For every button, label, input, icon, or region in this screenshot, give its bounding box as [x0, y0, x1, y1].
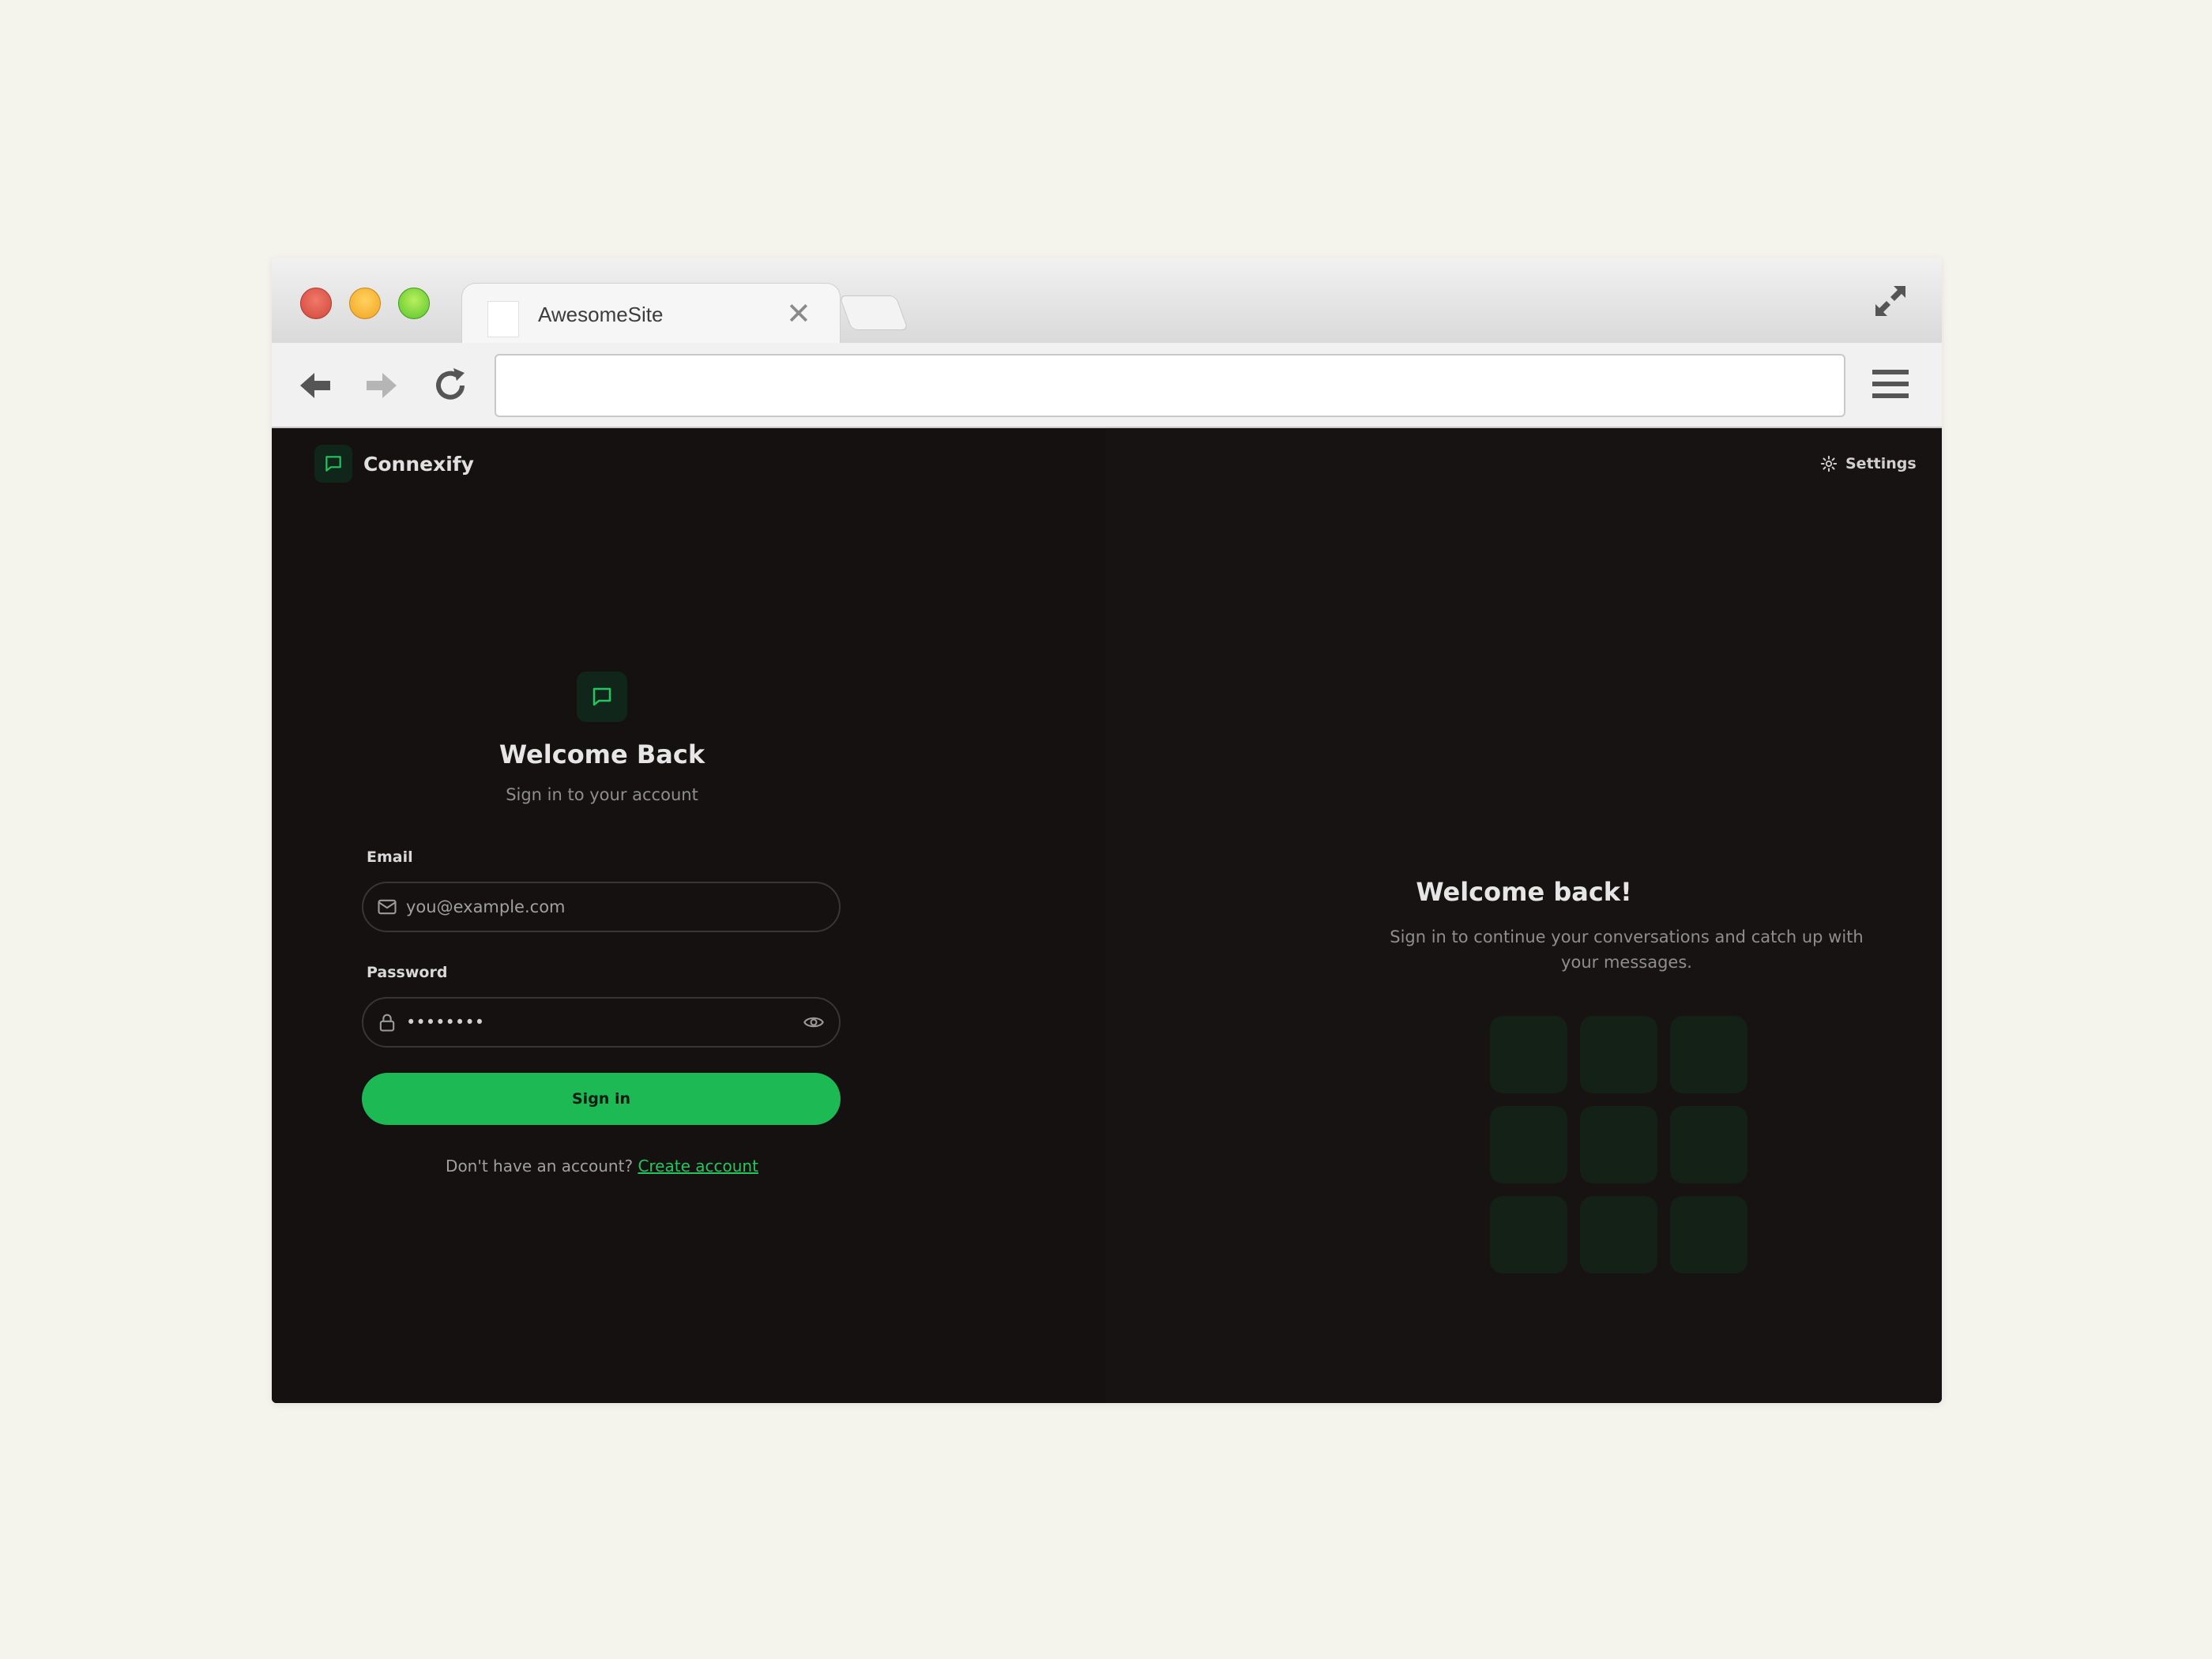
fullscreen-expand-icon[interactable]	[1871, 281, 1910, 321]
settings-label: Settings	[1845, 455, 1917, 472]
tab-close-icon[interactable]: ✕	[786, 296, 811, 332]
browser-window: AwesomeSite ✕ Connexify Settings Welcome…	[272, 258, 1942, 1403]
settings-button[interactable]: Settings	[1820, 446, 1917, 482]
tab-favicon-icon	[487, 301, 519, 337]
password-field[interactable]	[362, 997, 841, 1048]
decorative-tile	[1670, 1106, 1747, 1183]
decorative-tile	[1580, 1106, 1657, 1183]
login-subtitle: Sign in to your account	[506, 785, 698, 804]
signup-prompt-row: Don't have an account? Create account	[272, 1157, 932, 1176]
app-brand[interactable]: Connexify	[314, 444, 474, 483]
decorative-tile	[1670, 1196, 1747, 1273]
chat-bubble-icon	[577, 672, 627, 722]
sign-in-button[interactable]: Sign in	[362, 1073, 841, 1125]
brand-name: Connexify	[363, 452, 474, 476]
zoom-window-button[interactable]	[398, 288, 430, 319]
decorative-tile	[1490, 1016, 1567, 1093]
login-title: Welcome Back	[498, 739, 705, 769]
decorative-tile-grid	[1490, 1016, 1747, 1273]
close-window-button[interactable]	[300, 288, 332, 319]
lock-icon	[379, 1014, 395, 1032]
address-bar-input[interactable]	[495, 354, 1845, 417]
decorative-tile	[1580, 1016, 1657, 1093]
eye-icon[interactable]	[803, 1011, 825, 1033]
tab-title: AwesomeSite	[538, 303, 664, 326]
email-label: Email	[367, 848, 413, 866]
password-input[interactable]	[406, 999, 777, 1046]
decorative-tile	[1670, 1016, 1747, 1093]
gear-icon	[1820, 455, 1838, 472]
signup-prompt: Don't have an account?	[446, 1157, 634, 1176]
decorative-tile	[1490, 1106, 1567, 1183]
create-account-link[interactable]: Create account	[638, 1157, 758, 1176]
reload-icon[interactable]	[428, 363, 472, 408]
browser-toolbar	[272, 343, 1942, 428]
decorative-tile	[1490, 1196, 1567, 1273]
minimize-window-button[interactable]	[349, 288, 381, 319]
chat-bubble-icon	[314, 445, 352, 483]
email-input[interactable]	[406, 883, 777, 931]
browser-tab[interactable]: AwesomeSite ✕	[461, 283, 841, 346]
app-viewport: Connexify Settings Welcome Back Sign in …	[272, 428, 1942, 1403]
mail-icon	[378, 899, 397, 915]
new-tab-button[interactable]	[838, 295, 909, 330]
promo-title: Welcome back!	[1416, 877, 1632, 907]
forward-arrow-icon[interactable]	[360, 363, 404, 408]
email-field[interactable]	[362, 882, 841, 932]
password-label: Password	[367, 964, 448, 981]
hamburger-menu-icon[interactable]	[1871, 367, 1910, 401]
back-arrow-icon[interactable]	[292, 363, 337, 408]
browser-titlebar: AwesomeSite ✕	[272, 258, 1942, 346]
decorative-tile	[1580, 1196, 1657, 1273]
promo-subtitle: Sign in to continue your conversations a…	[1390, 927, 1864, 972]
